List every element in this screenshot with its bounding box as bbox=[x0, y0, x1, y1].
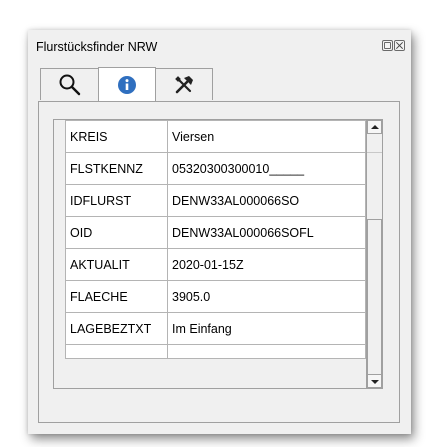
tab-tools[interactable] bbox=[155, 68, 213, 100]
attribute-value[interactable]: 2020-01-15Z bbox=[167, 248, 366, 281]
float-button[interactable] bbox=[382, 40, 393, 51]
attribute-value[interactable]: 05320300300010_____ bbox=[167, 152, 366, 185]
info-tab-content: KREIS Viersen FLSTKENNZ 05320300300010_____… bbox=[38, 101, 400, 423]
attribute-value[interactable]: DENW33AL000066SO bbox=[167, 184, 366, 217]
tab-bar bbox=[40, 67, 213, 101]
attribute-key: IDFLURST bbox=[65, 184, 168, 217]
tab-info[interactable] bbox=[98, 67, 156, 101]
attribute-key: FLSTKENNZ bbox=[65, 152, 168, 185]
scroll-up-button[interactable] bbox=[367, 120, 382, 134]
attribute-value[interactable]: Viersen bbox=[167, 120, 366, 153]
panel-title: Flurstücksfinder NRW bbox=[36, 40, 158, 54]
table-row[interactable]: FLSTKENNZ 05320300300010_____ bbox=[65, 152, 366, 185]
attribute-value[interactable]: DENW33AL000066SOFL bbox=[167, 216, 366, 249]
title-buttons bbox=[382, 40, 405, 51]
attribute-table-frame: KREIS Viersen FLSTKENNZ 05320300300010_____… bbox=[53, 119, 383, 389]
empty-cell bbox=[167, 344, 366, 359]
table-row[interactable]: IDFLURST DENW33AL000066SO bbox=[65, 184, 366, 217]
close-button[interactable] bbox=[394, 40, 405, 51]
vertical-scrollbar[interactable] bbox=[366, 120, 382, 388]
empty-cell bbox=[65, 344, 168, 359]
tools-icon bbox=[175, 75, 193, 93]
attribute-table: KREIS Viersen FLSTKENNZ 05320300300010_____… bbox=[65, 120, 366, 359]
tab-search[interactable] bbox=[40, 68, 99, 100]
scroll-track[interactable] bbox=[367, 134, 382, 375]
search-icon bbox=[59, 74, 80, 95]
attribute-key: OID bbox=[65, 216, 168, 249]
table-row[interactable]: OID DENW33AL000066SOFL bbox=[65, 216, 366, 249]
attribute-key: KREIS bbox=[65, 120, 168, 153]
flurstuecksfinder-panel: Flurstücksfinder NRW KREIS Viersen FLSTK… bbox=[28, 30, 411, 434]
table-row[interactable]: KREIS Viersen bbox=[65, 120, 366, 153]
info-icon bbox=[118, 75, 136, 94]
scroll-down-button[interactable] bbox=[367, 374, 382, 388]
scroll-track-line bbox=[367, 152, 382, 153]
attribute-key: LAGEBEZTXT bbox=[65, 312, 168, 345]
table-row-empty bbox=[65, 344, 366, 359]
table-row[interactable]: FLAECHE 3905.0 bbox=[65, 280, 366, 313]
attribute-value[interactable]: 3905.0 bbox=[167, 280, 366, 313]
table-row[interactable]: AKTUALIT 2020-01-15Z bbox=[65, 248, 366, 281]
attribute-key: FLAECHE bbox=[65, 280, 168, 313]
table-row[interactable]: LAGEBEZTXT Im Einfang bbox=[65, 312, 366, 345]
scroll-thumb[interactable] bbox=[367, 219, 382, 375]
attribute-key: AKTUALIT bbox=[65, 248, 168, 281]
attribute-value[interactable]: Im Einfang bbox=[167, 312, 366, 345]
